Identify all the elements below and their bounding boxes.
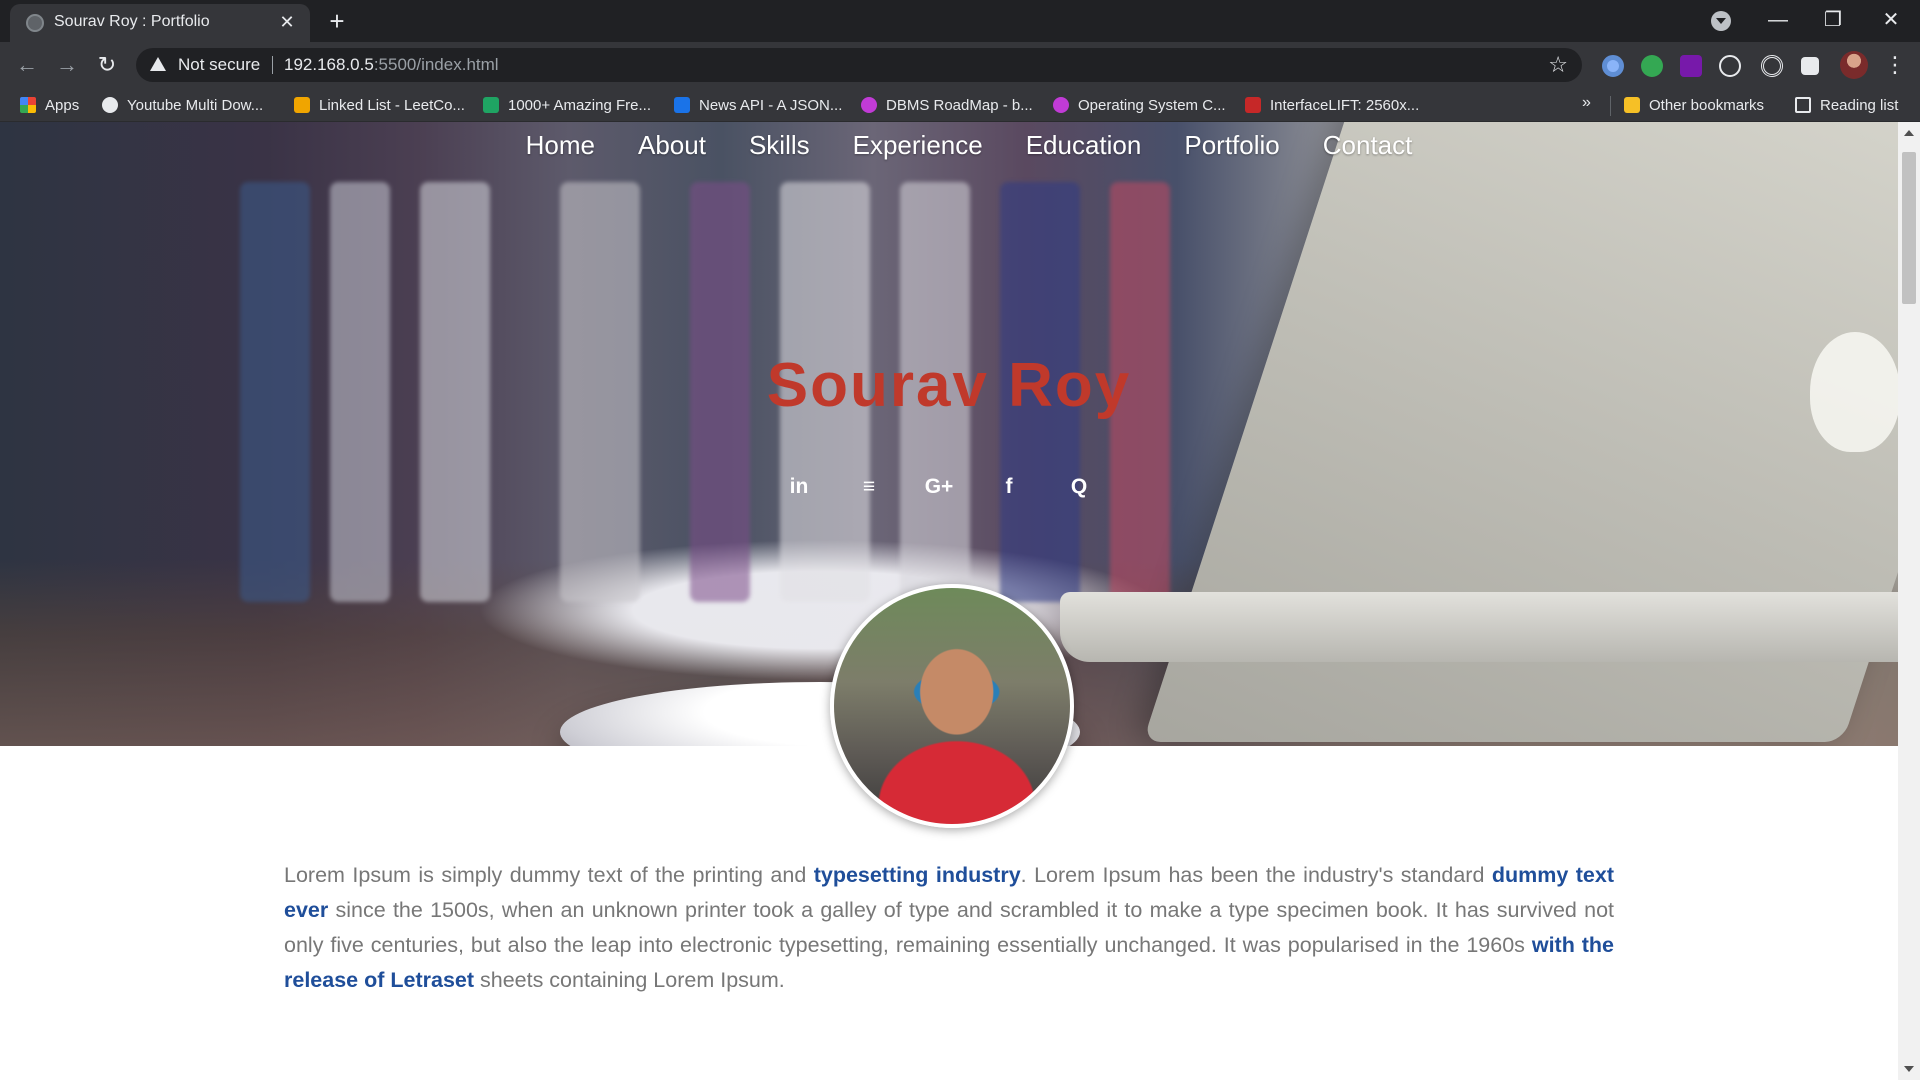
nav-experience[interactable]: Experience [853, 130, 983, 161]
favicon-icon [26, 14, 44, 32]
tab-title: Sourav Roy : Portfolio [54, 13, 210, 30]
google-plus-icon[interactable]: G+ [922, 470, 956, 504]
other-bookmarks-label: Other bookmarks [1649, 96, 1765, 114]
tab-strip: Sourav Roy : Portfolio ✕ + — ❐ ✕ [0, 0, 1920, 42]
bookmark-label: Linked List - LeetCo... [319, 96, 465, 114]
bookmark-apps[interactable]: Apps [20, 94, 79, 116]
bookmark-interfacelift[interactable]: InterfaceLIFT: 2560x... [1245, 94, 1419, 116]
bookmark-label: 1000+ Amazing Fre... [508, 96, 651, 114]
url-text[interactable]: 192.168.0.5:5500/index.html [284, 55, 499, 75]
scroll-down-icon[interactable] [1904, 1066, 1914, 1072]
page-icon [483, 97, 499, 113]
bookmark-operating-system[interactable]: Operating System C... [1053, 94, 1226, 116]
forward-arrow-icon[interactable]: → [52, 50, 82, 80]
quora-icon[interactable]: Q [1062, 470, 1096, 504]
reload-icon[interactable]: ↻ [92, 50, 122, 80]
hero-name: Sourav Roy [766, 351, 1132, 420]
facebook-icon[interactable]: f [992, 470, 1026, 504]
apps-grid-icon [20, 97, 36, 113]
extension-1-icon[interactable] [1602, 55, 1624, 77]
back-arrow-icon[interactable]: ← [12, 50, 42, 80]
bookmarks-divider [1610, 96, 1611, 116]
m-icon [1053, 97, 1069, 113]
main-nav: Home About Skills Experience Education P… [0, 122, 1898, 168]
react-devtools-icon[interactable] [1719, 55, 1741, 77]
ifl-icon [1245, 97, 1261, 113]
bookmark-label: DBMS RoadMap - b... [886, 96, 1033, 114]
bookmark-news-api[interactable]: News API - A JSON... [674, 94, 842, 116]
scroll-thumb[interactable] [1902, 152, 1916, 304]
browser-tab[interactable]: Sourav Roy : Portfolio ✕ [10, 4, 310, 42]
nav-home[interactable]: Home [526, 130, 595, 161]
maximize-button[interactable]: ❐ [1810, 4, 1856, 36]
reading-list-icon [1795, 97, 1811, 113]
bookmark-star-icon[interactable]: ☆ [1548, 52, 1568, 78]
about-text: . Lorem Ipsum has been the industry's st… [1020, 863, 1492, 887]
nav-contact[interactable]: Contact [1323, 130, 1413, 161]
profile-photo [830, 584, 1074, 828]
leetcode-icon [294, 97, 310, 113]
linkedin-icon[interactable]: in [782, 470, 816, 504]
security-label[interactable]: Not secure [178, 55, 260, 75]
bookmark-label: Youtube Multi Dow... [127, 96, 264, 114]
target-extension-icon[interactable] [1761, 55, 1783, 77]
address-separator [272, 56, 273, 74]
other-bookmarks[interactable]: Other bookmarks [1624, 94, 1764, 116]
profile-avatar[interactable] [1840, 51, 1868, 79]
onenote-icon[interactable] [1680, 55, 1702, 77]
news-icon [674, 97, 690, 113]
bookmark-amazing-free[interactable]: 1000+ Amazing Fre... [483, 94, 651, 116]
folder-icon [1624, 97, 1640, 113]
extension-2-icon[interactable] [1641, 55, 1663, 77]
menu-dots-icon[interactable]: ⋮ [1884, 50, 1906, 80]
page-viewport: Home About Skills Experience Education P… [0, 122, 1898, 1080]
bookmark-leetcode[interactable]: Linked List - LeetCo... [294, 94, 465, 116]
reading-list-label: Reading list [1820, 96, 1899, 114]
url-host: 192.168.0.5 [284, 55, 374, 74]
bookmarks-bar: Apps Youtube Multi Dow... Linked List - … [0, 88, 1920, 122]
nav-portfolio[interactable]: Portfolio [1184, 130, 1279, 161]
about-paragraph: Lorem Ipsum is simply dummy text of the … [284, 858, 1614, 998]
nav-about[interactable]: About [638, 130, 706, 161]
tab-search-icon[interactable] [1711, 11, 1731, 31]
minimize-button[interactable]: — [1755, 4, 1801, 36]
bookmark-label: Apps [45, 96, 80, 114]
about-text: since the 1500s, when an unknown printer… [284, 898, 1614, 957]
social-links: in ≡ G+ f Q [0, 470, 1898, 504]
tab-close-icon[interactable]: ✕ [276, 11, 298, 33]
new-tab-button[interactable]: + [322, 8, 352, 36]
stackoverflow-icon[interactable]: ≡ [852, 470, 886, 504]
about-highlight: typesetting industry [813, 863, 1021, 887]
m-icon [861, 97, 877, 113]
close-window-button[interactable]: ✕ [1868, 4, 1914, 36]
laptop-base [1060, 592, 1898, 662]
bookmark-label: InterfaceLIFT: 2560x... [1270, 96, 1420, 114]
scroll-up-icon[interactable] [1904, 130, 1914, 136]
nav-skills[interactable]: Skills [749, 130, 810, 161]
browser-toolbar: ← → ↻ Not secure 192.168.0.5:5500/index.… [0, 42, 1920, 88]
globe-icon [102, 97, 118, 113]
bookmark-dbms-roadmap[interactable]: DBMS RoadMap - b... [861, 94, 1033, 116]
about-text: Lorem Ipsum is simply dummy text of the … [284, 863, 814, 887]
reading-list[interactable]: Reading list [1795, 94, 1898, 116]
page-scrollbar[interactable] [1898, 122, 1920, 1080]
bookmark-youtube-multi[interactable]: Youtube Multi Dow... [102, 94, 263, 116]
bookmark-label: Operating System C... [1078, 96, 1226, 114]
more-bookmarks-icon[interactable]: » [1582, 94, 1591, 112]
url-path: :5500/index.html [373, 55, 499, 74]
nav-education[interactable]: Education [1026, 130, 1142, 161]
address-bar[interactable]: Not secure 192.168.0.5:5500/index.html ☆ [136, 48, 1582, 82]
extensions-puzzle-icon[interactable] [1801, 57, 1819, 75]
warning-icon [150, 57, 166, 71]
about-text: sheets containing Lorem Ipsum. [474, 968, 785, 992]
bookmark-label: News API - A JSON... [699, 96, 843, 114]
